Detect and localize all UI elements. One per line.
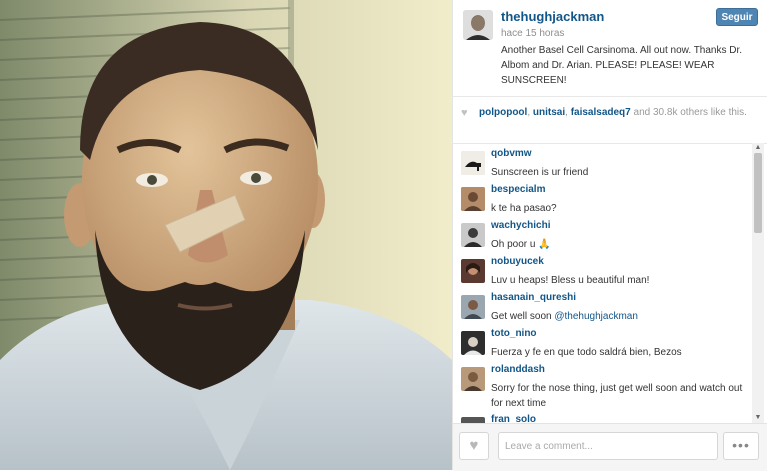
scroll-up-icon[interactable]: ▲ — [754, 144, 762, 152]
person-avatar-icon — [461, 295, 485, 319]
person-avatar-icon — [461, 223, 485, 247]
comment-text: Oh poor u 🙏 — [491, 239, 551, 250]
comment-text: Sorry for the nose thing, just get well … — [491, 383, 743, 409]
comment-input[interactable] — [498, 432, 718, 460]
heart-icon: ♥ — [461, 107, 468, 119]
comment-username[interactable]: rolanddash — [491, 364, 545, 375]
comment-item: wachychichi Oh poor u 🙏 — [461, 219, 751, 255]
like-user[interactable]: unitsai — [533, 107, 565, 118]
selfie-photo — [0, 0, 452, 470]
person-avatar-icon — [461, 331, 485, 355]
commenter-avatar[interactable] — [461, 223, 485, 247]
mention-link[interactable]: @thehughjackman — [554, 311, 638, 322]
comments-scrollbar[interactable]: ▲ ▼ — [752, 143, 764, 423]
comment-username[interactable]: wachychichi — [491, 220, 550, 231]
person-avatar-icon — [461, 259, 485, 283]
post-username[interactable]: thehughjackman — [501, 9, 604, 24]
comment-item: fran_solo — [461, 413, 751, 423]
comment-text: k te ha pasao? — [491, 203, 557, 214]
heel-avatar-icon — [461, 151, 485, 175]
comment-text: Fuerza y fe en que todo saldrá bien, Bez… — [491, 347, 682, 358]
likes-row: ♥ polpopool, unitsai, faisalsadeq7 and 3… — [453, 97, 767, 144]
comment-text: Sunscreen is ur friend — [491, 167, 589, 178]
scroll-down-icon[interactable]: ▼ — [754, 414, 762, 422]
commenter-avatar[interactable] — [461, 187, 485, 211]
post-sidebar: thehughjackman hace 15 horas Another Bas… — [452, 0, 767, 471]
heart-icon: ♥ — [469, 437, 479, 454]
comment-item: nobuyucek Luv u heaps! Bless u beautiful… — [461, 255, 751, 291]
like-user[interactable]: faisalsadeq7 — [571, 107, 631, 118]
person-avatar-icon — [461, 187, 485, 211]
comment-username[interactable]: toto_nino — [491, 328, 537, 339]
comment-username[interactable]: hasanain_qureshi — [491, 292, 576, 303]
comment-item: toto_nino Fuerza y fe en que todo saldrá… — [461, 327, 751, 363]
commenter-avatar[interactable] — [461, 151, 485, 175]
comment-username[interactable]: nobuyucek — [491, 256, 544, 267]
comment-username[interactable]: fran_solo — [491, 414, 536, 423]
scrollbar-thumb[interactable] — [754, 153, 762, 233]
comment-item: hasanain_qureshi Get well soon @thehughj… — [461, 291, 751, 327]
post-photo — [0, 0, 452, 470]
comment-username[interactable]: qobvmw — [491, 148, 532, 159]
comment-username[interactable]: bespecialm — [491, 184, 545, 195]
comment-item: bespecialm k te ha pasao? — [461, 183, 751, 219]
post-header: thehughjackman hace 15 horas Another Bas… — [453, 0, 767, 97]
avatar-image — [463, 10, 493, 40]
follow-button[interactable]: Seguir — [716, 8, 758, 26]
comment-text: Luv u heaps! Bless u beautiful man! — [491, 275, 650, 286]
post-timestamp: hace 15 horas — [501, 28, 565, 39]
likes-text: polpopool, unitsai, faisalsadeq7 and 30.… — [479, 107, 747, 118]
commenter-avatar[interactable] — [461, 367, 485, 391]
comment-item: rolanddash Sorry for the nose thing, jus… — [461, 363, 751, 409]
commenter-avatar[interactable] — [461, 259, 485, 283]
commenter-avatar[interactable] — [461, 331, 485, 355]
comment-text: Get well soon @thehughjackman — [491, 311, 638, 322]
like-user[interactable]: polpopool — [479, 107, 527, 118]
person-avatar-icon — [461, 367, 485, 391]
like-button[interactable]: ♥ — [459, 432, 489, 460]
comments-list: qobvmw Sunscreen is ur friend bespecialm… — [453, 143, 767, 423]
comment-footer: ♥ ••• — [453, 423, 767, 471]
user-avatar[interactable] — [463, 10, 493, 40]
commenter-avatar[interactable] — [461, 295, 485, 319]
comment-item: qobvmw Sunscreen is ur friend — [461, 147, 751, 183]
likes-count[interactable]: 30.8k — [653, 107, 677, 118]
more-options-button[interactable]: ••• — [723, 432, 759, 460]
post-caption: Another Basel Cell Carsinoma. All out no… — [501, 45, 743, 86]
